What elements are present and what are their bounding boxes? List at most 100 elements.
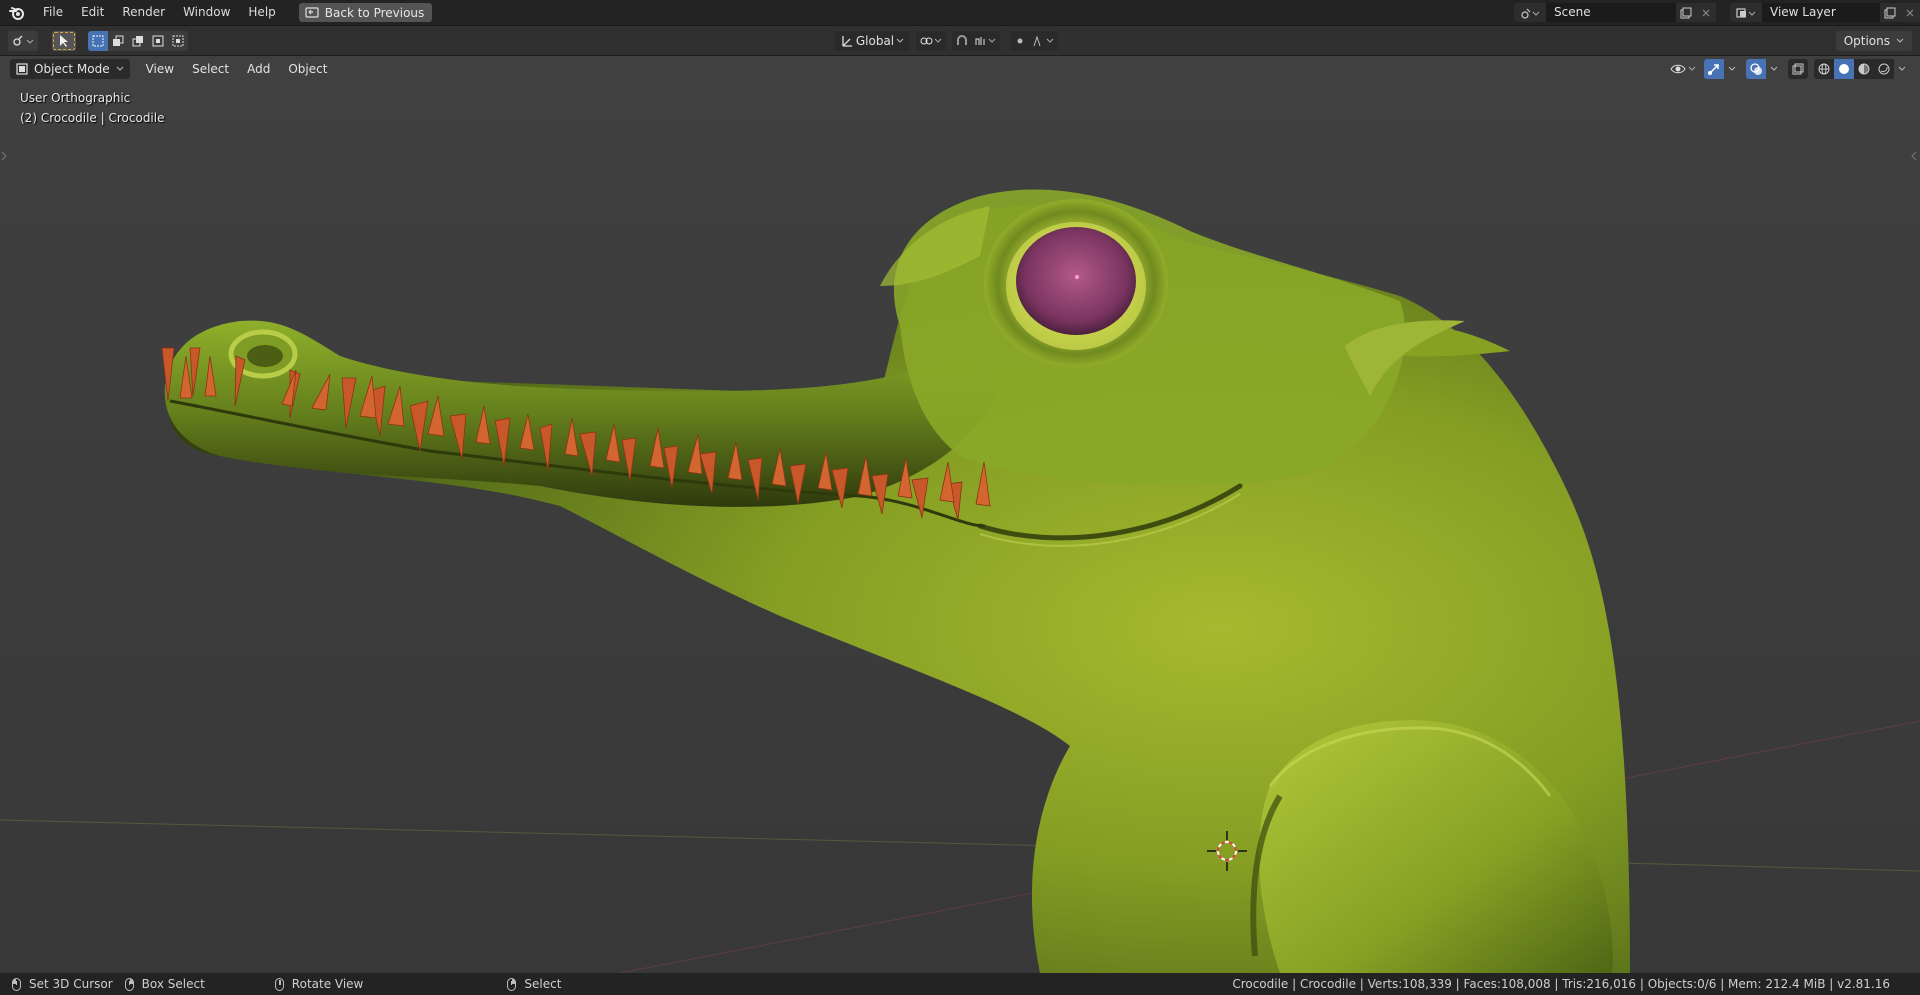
shading-rendered[interactable]	[1874, 59, 1894, 79]
editor-type-button[interactable]	[8, 31, 38, 51]
snap-toggle[interactable]	[952, 31, 972, 51]
select-mode-new[interactable]	[88, 31, 108, 51]
active-object-info: (2) Crocodile | Crocodile	[20, 111, 165, 125]
snap-group	[952, 31, 1000, 51]
xray-toggle[interactable]	[1788, 59, 1808, 79]
delete-view-layer-button[interactable]	[1900, 3, 1920, 22]
blender-logo-icon[interactable]	[0, 0, 34, 25]
chevron-down-icon	[1896, 38, 1904, 43]
eye	[1016, 227, 1136, 335]
select-intersect-icon	[172, 35, 184, 47]
transform-controls: Global	[834, 31, 1058, 51]
orientation-dropdown[interactable]: Global	[834, 31, 910, 51]
view-layer-name-field[interactable]: View Layer	[1762, 3, 1880, 22]
menu-edit[interactable]: Edit	[72, 0, 113, 25]
gizmo-dropdown[interactable]	[1724, 59, 1740, 79]
menu-window[interactable]: Window	[174, 0, 239, 25]
scene-name-field[interactable]: Scene	[1546, 3, 1676, 22]
visibility-icon	[1670, 64, 1696, 74]
object-mode-dropdown[interactable]: Object Mode	[10, 59, 130, 79]
scene-statistics: Crocodile | Crocodile | Verts:108,339 | …	[1232, 977, 1890, 991]
scene-controls: Scene View Layer	[1514, 0, 1920, 25]
status-bar: Set 3D Cursor Box Select Rotate View Sel…	[0, 973, 1920, 995]
viewport-render	[0, 56, 1920, 973]
view-layer-icon	[1736, 7, 1756, 18]
back-icon	[305, 6, 319, 19]
viewport-menu-select[interactable]: Select	[184, 59, 237, 79]
menu-render[interactable]: Render	[113, 0, 174, 25]
menu-file[interactable]: File	[34, 0, 72, 25]
gizmo-toggle[interactable]	[1704, 59, 1724, 79]
new-scene-button[interactable]	[1676, 3, 1696, 22]
shading-material[interactable]	[1854, 59, 1874, 79]
mouse-right-icon	[507, 977, 517, 991]
overlay-icon	[1750, 63, 1762, 75]
object-mode-label: Object Mode	[34, 62, 110, 76]
visibility-dropdown[interactable]	[1668, 59, 1698, 79]
snap-target-dropdown[interactable]	[972, 31, 1000, 51]
viewport-menu-add[interactable]: Add	[239, 59, 278, 79]
pivot-point-dropdown[interactable]	[916, 31, 946, 51]
chevron-down-icon	[116, 66, 123, 71]
proportional-icon	[1017, 38, 1023, 44]
3d-viewport[interactable]: Object Mode View Select Add Object User …	[0, 56, 1920, 973]
select-tool-button[interactable]	[52, 31, 76, 51]
shading-wireframe[interactable]	[1814, 59, 1834, 79]
material-preview-icon	[1858, 63, 1870, 75]
new-view-layer-button[interactable]	[1880, 3, 1900, 22]
viewport-menu-view[interactable]: View	[138, 59, 182, 79]
view-name: User Orthographic	[20, 91, 131, 105]
tool-header: Global Options	[0, 25, 1920, 55]
shading-solid[interactable]	[1834, 59, 1854, 79]
overlay-group	[1746, 59, 1782, 79]
copy-icon	[1680, 7, 1692, 18]
select-mode-subtract[interactable]	[128, 31, 148, 51]
select-tool-icon	[60, 35, 68, 47]
viewport-info-overlay: User Orthographic (2) Crocodile | Crocod…	[20, 88, 164, 128]
mouse-left-icon	[12, 977, 21, 991]
snap-icon	[957, 35, 967, 45]
tool-header-left	[8, 31, 188, 51]
viewport-menu-object[interactable]: Object	[280, 59, 335, 79]
shading-dropdown[interactable]	[1894, 59, 1910, 79]
back-button-label: Back to Previous	[324, 5, 425, 20]
proportional-editing-toggle[interactable]	[1010, 31, 1030, 51]
options-dropdown[interactable]: Options	[1835, 31, 1912, 51]
overlay-dropdown[interactable]	[1766, 59, 1782, 79]
select-mode-invert[interactable]	[148, 31, 168, 51]
select-new-icon	[92, 35, 104, 47]
hint-rotate-view-label: Rotate View	[291, 977, 364, 991]
wireframe-icon	[1818, 63, 1830, 75]
snap-increment-icon	[975, 37, 996, 45]
hint-set-3d-cursor-label: Set 3D Cursor	[29, 977, 113, 991]
select-mode-group	[88, 31, 188, 51]
chevron-down-icon	[896, 38, 904, 43]
viewport-header: Object Mode View Select Add Object	[10, 56, 335, 82]
select-invert-icon	[152, 35, 164, 47]
xray-icon	[1792, 63, 1804, 75]
delete-scene-button[interactable]	[1696, 3, 1716, 22]
editor-type-icon	[13, 35, 34, 46]
overlay-toggle[interactable]	[1746, 59, 1766, 79]
chevron-down-icon	[1770, 66, 1778, 71]
orientation-label: Global	[855, 34, 895, 48]
solid-icon	[1839, 64, 1849, 74]
scene-selector: Scene	[1514, 3, 1716, 22]
back-to-previous-button[interactable]: Back to Previous	[298, 3, 433, 22]
mouse-drag-icon	[124, 977, 134, 991]
scene-icon	[1521, 8, 1540, 19]
select-mode-extend[interactable]	[108, 31, 128, 51]
hint-box-select: Box Select	[124, 977, 205, 991]
gizmo-icon	[1708, 64, 1719, 75]
rendered-icon	[1878, 63, 1890, 75]
close-icon	[1906, 9, 1914, 16]
orientation-icon	[842, 36, 852, 47]
chevron-down-icon	[1728, 66, 1736, 71]
shading-group	[1814, 59, 1910, 79]
select-mode-intersect[interactable]	[168, 31, 188, 51]
view-layer-browse-button[interactable]	[1730, 3, 1762, 22]
pivot-icon	[920, 37, 942, 45]
scene-browse-button[interactable]	[1514, 3, 1546, 22]
proportional-falloff-dropdown[interactable]	[1030, 31, 1058, 51]
menu-help[interactable]: Help	[239, 0, 284, 25]
